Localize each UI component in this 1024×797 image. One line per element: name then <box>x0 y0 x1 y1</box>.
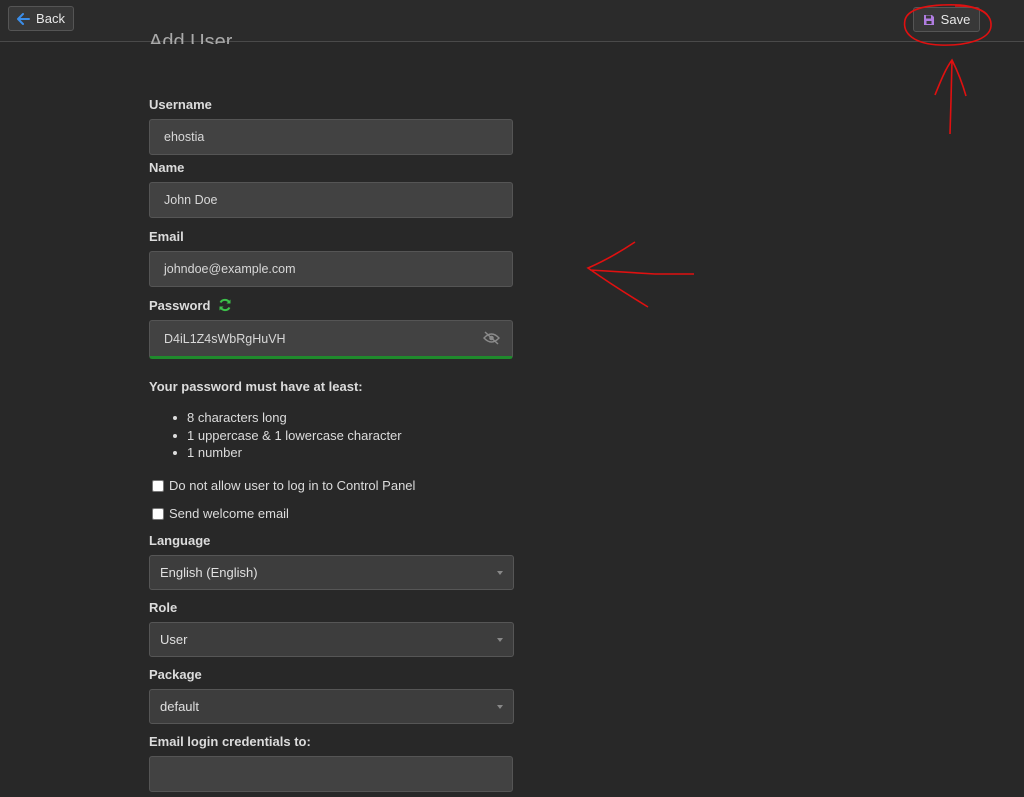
no-login-option: Do not allow user to log in to Control P… <box>152 478 415 493</box>
save-button[interactable]: Save <box>913 7 980 32</box>
chevron-down-icon <box>497 571 503 575</box>
email-credentials-label: Email login credentials to: <box>149 734 311 749</box>
email-credentials-field[interactable] <box>149 756 513 792</box>
eye-slash-icon[interactable] <box>483 331 500 345</box>
name-label: Name <box>149 160 185 175</box>
page-title: Add User <box>149 31 233 44</box>
package-label: Package <box>149 667 202 682</box>
no-login-checkbox[interactable] <box>152 479 164 492</box>
username-value: ehostia <box>164 130 205 144</box>
role-label: Role <box>149 600 178 615</box>
password-rule-item: 8 characters long <box>172 409 402 427</box>
password-rules-title: Your password must have at least: <box>149 379 363 394</box>
role-select[interactable]: User <box>149 622 514 657</box>
password-label: Password <box>149 298 232 313</box>
refresh-icon[interactable] <box>218 298 232 312</box>
language-value: English (English) <box>160 565 258 580</box>
back-button-label: Back <box>36 11 65 26</box>
floppy-disk-icon <box>923 14 934 25</box>
welcome-email-label: Send welcome email <box>169 506 289 521</box>
email-value: johndoe@example.com <box>164 262 296 276</box>
save-button-label: Save <box>940 12 971 27</box>
password-label-text: Password <box>149 298 211 313</box>
username-field[interactable]: ehostia <box>149 119 513 155</box>
back-button[interactable]: Back <box>8 6 74 31</box>
password-rule-item: 1 uppercase & 1 lowercase character <box>172 427 402 445</box>
red-left-arrow-annotation <box>586 241 694 308</box>
welcome-email-option: Send welcome email <box>152 506 289 521</box>
role-value: User <box>160 632 188 647</box>
name-value: John Doe <box>164 193 218 207</box>
welcome-email-checkbox[interactable] <box>152 507 164 520</box>
red-up-arrow-annotation <box>934 58 967 135</box>
no-login-label: Do not allow user to log in to Control P… <box>169 478 416 493</box>
username-label: Username <box>149 97 212 112</box>
package-select[interactable]: default <box>149 689 514 724</box>
password-field[interactable]: D4iL1Z4sWbRgHuVH <box>149 320 513 359</box>
arrow-left-icon <box>17 12 31 25</box>
password-rule-item: 1 number <box>172 444 402 462</box>
password-value: D4iL1Z4sWbRgHuVH <box>164 331 286 346</box>
password-rules-list: 8 characters long 1 uppercase & 1 lowerc… <box>172 409 402 462</box>
chevron-down-icon <box>497 705 503 709</box>
email-field[interactable]: johndoe@example.com <box>149 251 513 287</box>
language-label: Language <box>149 533 211 548</box>
chevron-down-icon <box>497 638 503 642</box>
name-field[interactable]: John Doe <box>149 182 513 218</box>
language-select[interactable]: English (English) <box>149 555 514 590</box>
email-label: Email <box>149 229 184 244</box>
package-value: default <box>160 699 200 714</box>
